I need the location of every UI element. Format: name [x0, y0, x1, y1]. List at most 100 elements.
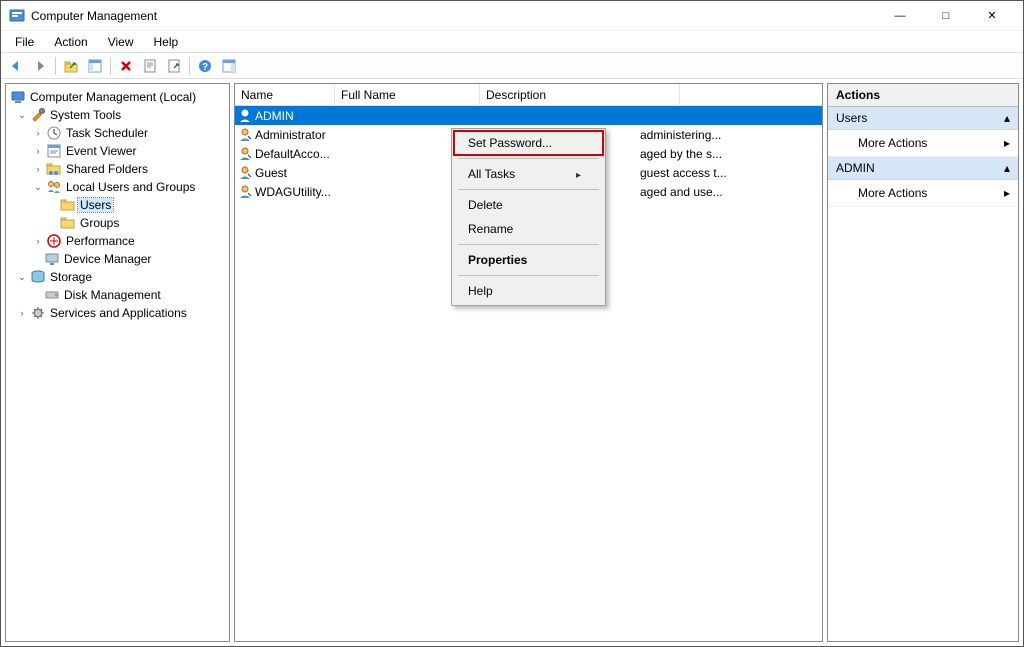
- shared-folder-icon: [46, 161, 62, 177]
- tree-label: Local Users and Groups: [64, 180, 197, 194]
- tree-label: Event Viewer: [64, 144, 138, 158]
- navigation-tree[interactable]: Computer Management (Local) ⌄ System Too…: [6, 84, 229, 326]
- tree-label: Disk Management: [62, 288, 163, 302]
- tree-label: Storage: [48, 270, 94, 284]
- tree-label: Users: [78, 198, 113, 212]
- tree-label: Performance: [64, 234, 137, 248]
- ctx-label: Delete: [468, 198, 503, 212]
- tree-root[interactable]: Computer Management (Local): [8, 88, 227, 106]
- tree-system-tools[interactable]: ⌄ System Tools: [8, 106, 227, 124]
- event-icon: [46, 143, 62, 159]
- expand-icon[interactable]: ›: [32, 163, 44, 175]
- collapse-icon: ▴: [1004, 161, 1010, 175]
- tree-label: Device Manager: [62, 252, 153, 266]
- ctx-properties[interactable]: Properties: [454, 248, 603, 272]
- expand-icon[interactable]: ›: [32, 235, 44, 247]
- cell-name: ADMIN: [255, 109, 294, 123]
- expand-icon[interactable]: ›: [32, 145, 44, 157]
- expand-icon[interactable]: ›: [16, 307, 28, 319]
- tree-task-scheduler[interactable]: › Task Scheduler: [8, 124, 227, 142]
- titlebar: Computer Management — □ ✕: [1, 1, 1023, 31]
- menu-action[interactable]: Action: [46, 33, 95, 51]
- ctx-delete[interactable]: Delete: [454, 193, 603, 217]
- chevron-right-icon: ▸: [1004, 186, 1010, 200]
- tree-users[interactable]: Users: [8, 196, 227, 214]
- device-icon: [44, 251, 60, 267]
- ctx-help[interactable]: Help: [454, 279, 603, 303]
- cell-name: Administrator: [255, 128, 326, 142]
- tree-device-manager[interactable]: Device Manager: [8, 250, 227, 268]
- svg-text:?: ?: [202, 62, 208, 73]
- tree-disk-management[interactable]: Disk Management: [8, 286, 227, 304]
- ctx-label: Properties: [468, 253, 527, 267]
- clock-icon: [46, 125, 62, 141]
- menubar: File Action View Help: [1, 31, 1023, 53]
- cell-name: WDAGUtility...: [255, 185, 331, 199]
- tree-groups[interactable]: Groups: [8, 214, 227, 232]
- actions-section-users[interactable]: Users ▴: [828, 107, 1018, 130]
- col-name[interactable]: Name: [235, 84, 335, 105]
- menu-help[interactable]: Help: [146, 33, 187, 51]
- collapse-icon: ▴: [1004, 111, 1010, 125]
- user-icon: [237, 127, 253, 143]
- actions-header: Actions: [828, 84, 1018, 107]
- actions-section-label: Users: [836, 111, 867, 125]
- window-controls: — □ ✕: [877, 1, 1015, 31]
- tree-event-viewer[interactable]: › Event Viewer: [8, 142, 227, 160]
- tree-services-apps[interactable]: › Services and Applications: [8, 304, 227, 322]
- show-hide-tree-button[interactable]: [84, 55, 106, 77]
- app-icon: [9, 8, 25, 24]
- col-description[interactable]: Description: [480, 84, 680, 105]
- tree-label: Shared Folders: [64, 162, 150, 176]
- ctx-all-tasks[interactable]: All Tasks: [454, 162, 603, 186]
- tree-shared-folders[interactable]: › Shared Folders: [8, 160, 227, 178]
- chevron-right-icon: [576, 167, 581, 181]
- export-button[interactable]: [163, 55, 185, 77]
- actions-section-admin[interactable]: ADMIN ▴: [828, 157, 1018, 180]
- actions-section-label: ADMIN: [836, 161, 875, 175]
- users-groups-icon: [46, 179, 62, 195]
- actions-more-2[interactable]: More Actions ▸: [828, 180, 1018, 207]
- ctx-label: All Tasks: [468, 167, 515, 181]
- delete-button[interactable]: [115, 55, 137, 77]
- ctx-rename[interactable]: Rename: [454, 217, 603, 241]
- ctx-set-password[interactable]: Set Password...: [454, 131, 603, 155]
- ctx-label: Rename: [468, 222, 513, 236]
- menu-view[interactable]: View: [100, 33, 142, 51]
- up-button[interactable]: [60, 55, 82, 77]
- actions-item-label: More Actions: [858, 186, 927, 200]
- folder-icon: [60, 197, 76, 213]
- maximize-button[interactable]: □: [923, 1, 969, 31]
- disk-icon: [44, 287, 60, 303]
- computer-icon: [10, 89, 26, 105]
- window-title: Computer Management: [31, 9, 157, 23]
- user-icon: [237, 108, 253, 124]
- back-button[interactable]: [5, 55, 27, 77]
- tree-label: Task Scheduler: [64, 126, 150, 140]
- ctx-separator: [458, 244, 599, 245]
- actions-more-1[interactable]: More Actions ▸: [828, 130, 1018, 157]
- menu-file[interactable]: File: [7, 33, 42, 51]
- col-full-name[interactable]: Full Name: [335, 84, 480, 105]
- expand-icon[interactable]: ›: [32, 127, 44, 139]
- minimize-button[interactable]: —: [877, 1, 923, 31]
- collapse-icon[interactable]: ⌄: [32, 181, 44, 193]
- ctx-separator: [458, 275, 599, 276]
- collapse-icon[interactable]: ⌄: [16, 109, 28, 121]
- properties-button[interactable]: [139, 55, 161, 77]
- tree-storage[interactable]: ⌄ Storage: [8, 268, 227, 286]
- forward-button[interactable]: [29, 55, 51, 77]
- list-row[interactable]: ADMIN: [235, 106, 822, 125]
- storage-icon: [30, 269, 46, 285]
- tree-label: Services and Applications: [48, 306, 189, 320]
- ctx-label: Help: [468, 284, 493, 298]
- tree-label: Computer Management (Local): [28, 90, 198, 104]
- tree-local-users-groups[interactable]: ⌄ Local Users and Groups: [8, 178, 227, 196]
- actions-pane: Actions Users ▴ More Actions ▸ ADMIN ▴ M…: [827, 83, 1019, 642]
- chevron-right-icon: ▸: [1004, 136, 1010, 150]
- close-button[interactable]: ✕: [969, 1, 1015, 31]
- help-button[interactable]: ?: [194, 55, 216, 77]
- tree-performance[interactable]: › Performance: [8, 232, 227, 250]
- show-hide-action-pane-button[interactable]: [218, 55, 240, 77]
- collapse-icon[interactable]: ⌄: [16, 271, 28, 283]
